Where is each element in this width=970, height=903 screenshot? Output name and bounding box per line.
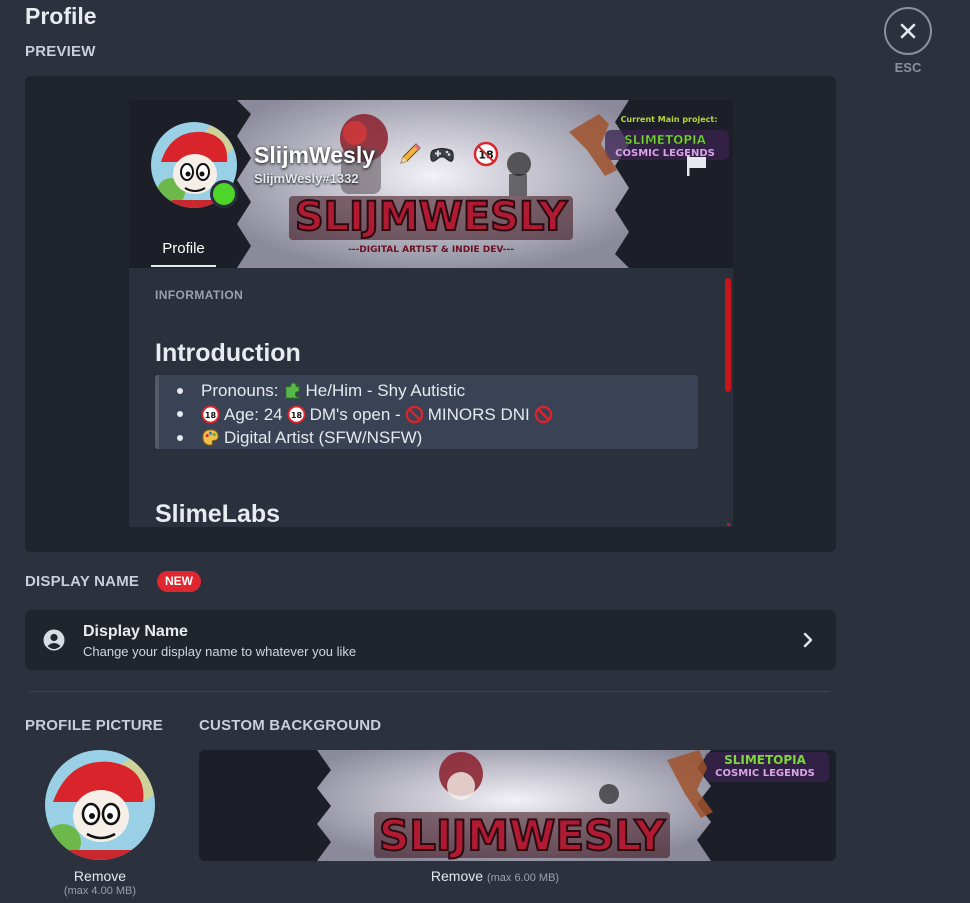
banner-name-text: SLIJMWESLY [295,194,568,240]
18-plus-icon: 18 [473,141,499,167]
custom-background-max-size: (max 6.00 MB) [486,872,560,884]
svg-text:18: 18 [205,411,217,420]
profile-picture[interactable] [45,750,155,860]
svg-text:18: 18 [290,411,302,420]
banner-tagline-text: ---DIGITAL ARTIST & INDIE DEV--- [348,245,514,255]
pencil-icon [400,143,421,164]
display-name-label: DISPLAY NAME [25,573,140,590]
chevron-right-icon [803,632,813,648]
preview-label: PREVIEW [25,43,96,60]
list-item: Pronouns: He/Him - Shy Autistic [177,379,698,403]
no-entry-icon [405,405,424,424]
18-plus-icon: 18 [287,405,306,424]
custom-background-image[interactable]: SLIJMWESLY SLIMETOPIA COSMIC LEGENDS [199,750,836,861]
gamepad-icon [430,148,454,162]
18-plus-icon: 18 [201,405,220,424]
close-button[interactable] [884,7,932,55]
online-status-dot [210,180,238,208]
list-item: Digital Artist (SFW/NSFW) [177,426,698,450]
profile-card-preview: SLIJMWESLY ---DIGITAL ARTIST & INDIE DEV… [129,100,733,527]
profile-banner: SLIJMWESLY ---DIGITAL ARTIST & INDIE DEV… [129,100,733,268]
new-badge: NEW [157,571,201,592]
avatar [151,122,238,208]
profile-picture-max-size: (max 4.00 MB) [63,885,137,897]
divider [30,691,830,692]
username: SlijmWesly [254,142,376,168]
banner-project-label: Current Main project: [621,115,718,124]
background-project-title2: COSMIC LEGENDS [715,768,815,779]
card-scrollbar-thumb[interactable] [725,278,731,392]
flag-icon[interactable] [685,154,709,178]
introduction-quote: Pronouns: He/Him - Shy Autistic 18 Age: … [155,375,698,449]
profile-picture-label: PROFILE PICTURE [25,717,164,734]
banner-project-title1: SLIMETOPIA [624,133,707,147]
user-circle-icon [43,629,65,651]
slimelabs-heading: SlimeLabs [155,500,281,527]
profile-picture-remove-button[interactable]: Remove [45,868,155,884]
close-icon [900,23,916,39]
custom-background-remove-row: Remove (max 6.00 MB) [199,868,791,884]
tab-profile[interactable]: Profile [151,240,216,267]
esc-label: ESC [894,60,922,75]
user-handle: SlijmWesly#1332 [254,171,359,186]
card-scrollbar-end [727,523,730,526]
custom-background-remove-button[interactable]: Remove [431,868,483,884]
background-project-title1: SLIMETOPIA [724,753,807,767]
puzzle-icon [284,382,300,399]
username-emojis: 18 [397,141,499,167]
page-title: Profile [25,3,97,29]
custom-background-label: CUSTOM BACKGROUND [199,717,382,734]
close-control[interactable]: ESC [884,7,932,75]
information-label: INFORMATION [155,288,244,302]
background-name-text: SLIJMWESLY [379,811,666,860]
display-name-subtitle: Change your display name to whatever you… [83,644,357,659]
palette-icon [202,429,219,446]
no-entry-icon [534,405,553,424]
list-item: 18 Age: 24 18 DM's open - MINORS DNI [177,403,698,427]
display-name-row[interactable]: Display Name Change your display name to… [25,610,836,670]
introduction-heading: Introduction [155,339,301,367]
display-name-title: Display Name [83,623,188,640]
profile-card-body: INFORMATION Introduction Pronouns: He/Hi… [129,268,733,527]
